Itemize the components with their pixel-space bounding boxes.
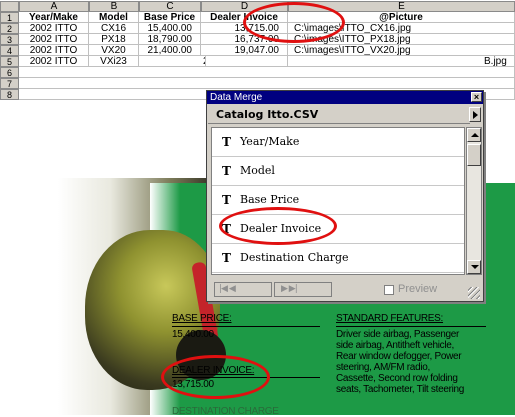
row-header-7[interactable]: 7 xyxy=(0,78,19,89)
table-cell[interactable] xyxy=(201,56,288,67)
palette-menu-arrow-icon[interactable] xyxy=(469,107,481,122)
standard-features-label: STANDARD FEATURES: xyxy=(336,313,444,324)
table-header-cell[interactable]: Year/Make xyxy=(19,12,89,23)
table-cell[interactable]: 19,047.00 xyxy=(201,45,288,56)
highlight-oval-dealer-invoice-field xyxy=(219,207,337,245)
divider xyxy=(172,326,320,327)
palette-title[interactable]: Data Merge xyxy=(207,91,483,104)
table-cell[interactable]: 2002 ITTO xyxy=(19,23,89,34)
column-header-b[interactable]: B xyxy=(89,1,139,12)
divider xyxy=(336,326,486,327)
next-last-record-buttons[interactable]: ▶ ▶| xyxy=(274,282,332,297)
last-record-icon[interactable]: ▶ ▶| xyxy=(281,284,298,294)
table-cell[interactable]: CX16 xyxy=(89,23,139,34)
text-field-icon: T xyxy=(222,164,231,178)
table-cell[interactable]: VX20 xyxy=(89,45,139,56)
first-previous-record-buttons[interactable]: |◀ ◀ xyxy=(214,282,272,297)
text-field-icon: T xyxy=(222,135,231,149)
feature-line: seats, Tachometer, Tilt steering xyxy=(336,384,465,395)
table-cell[interactable]: C:\images\ITTO_VX20.jpg xyxy=(288,45,515,56)
data-source-name: Catalog Itto.CSV xyxy=(208,105,470,124)
resize-grip-icon[interactable] xyxy=(468,287,480,299)
table-cell[interactable]: 2002 ITTO xyxy=(19,56,89,67)
table-cell[interactable]: 2002 ITTO xyxy=(19,34,89,45)
table-header-cell[interactable]: Base Price xyxy=(139,12,201,23)
table-cell[interactable]: 18,790.00 xyxy=(139,34,201,45)
row-header-2[interactable]: 2 xyxy=(0,23,19,34)
row-header-6[interactable]: 6 xyxy=(0,67,19,78)
data-merge-palette[interactable]: Data Merge × Catalog Itto.CSV T Year/Mak… xyxy=(206,90,484,302)
table-cell[interactable]: VXi23 xyxy=(89,56,139,67)
close-icon[interactable]: × xyxy=(471,92,482,102)
highlight-oval-dealer-invoice-column xyxy=(243,2,345,43)
field-label: Destination Charge xyxy=(240,251,349,264)
empty-row[interactable] xyxy=(19,67,515,78)
feature-line: Rear window defogger, Power xyxy=(336,351,462,362)
field-list[interactable]: T Year/Make T Model T Base Price T Deale… xyxy=(211,127,465,275)
field-item-year-make[interactable]: T Year/Make xyxy=(212,128,464,157)
sheet-corner[interactable] xyxy=(0,1,19,12)
table-cell[interactable]: PX18 xyxy=(89,34,139,45)
table-cell[interactable]: 15,400.00 xyxy=(139,23,201,34)
first-record-icon[interactable]: |◀ ◀ xyxy=(219,284,236,294)
text-field-icon: T xyxy=(222,193,231,207)
scroll-thumb[interactable] xyxy=(467,144,481,166)
scroll-up-arrow-icon[interactable] xyxy=(467,128,481,142)
table-cell[interactable]: 23 xyxy=(139,56,206,67)
field-list-scrollbar[interactable] xyxy=(466,127,482,275)
feature-line: Cassette, Second row folding xyxy=(336,373,458,384)
base-price-label: BASE PRICE: xyxy=(172,313,232,324)
table-cell[interactable]: B.jpg xyxy=(288,56,515,67)
highlight-oval-dealer-invoice-page xyxy=(161,355,270,399)
base-price-value: 15,400.00 xyxy=(172,329,214,340)
column-header-a[interactable]: A xyxy=(19,1,89,12)
preview-label: Preview xyxy=(398,283,438,295)
field-item-model[interactable]: T Model xyxy=(212,157,464,186)
feature-line: side airbag, Antitheft vehicle, xyxy=(336,340,455,351)
field-label: Model xyxy=(240,164,275,177)
preview-checkbox[interactable] xyxy=(384,285,394,295)
row-header-8[interactable]: 8 xyxy=(0,89,19,100)
field-label: Year/Make xyxy=(240,135,300,148)
row-header-4[interactable]: 4 xyxy=(0,45,19,56)
row-header-5[interactable]: 5 xyxy=(0,56,19,67)
table-header-cell[interactable]: Model xyxy=(89,12,139,23)
row-header-1[interactable]: 1 xyxy=(0,12,19,23)
destination-charge-label: DESTINATION CHARGE xyxy=(172,406,279,417)
table-cell[interactable]: 21,400.00 xyxy=(139,45,201,56)
column-header-c[interactable]: C xyxy=(139,1,201,12)
row-header-3[interactable]: 3 xyxy=(0,34,19,45)
field-item-destination-charge[interactable]: T Destination Charge xyxy=(212,244,464,273)
table-cell[interactable]: 2002 ITTO xyxy=(19,45,89,56)
palette-footer: |◀ ◀ ▶ ▶| Preview xyxy=(208,277,482,301)
text-field-icon: T xyxy=(222,251,231,265)
scroll-down-arrow-icon[interactable] xyxy=(467,260,481,274)
empty-row[interactable] xyxy=(19,78,515,89)
feature-line: Driver side airbag, Passenger xyxy=(336,329,460,340)
feature-line: steering, AM/FM radio, xyxy=(336,362,430,373)
